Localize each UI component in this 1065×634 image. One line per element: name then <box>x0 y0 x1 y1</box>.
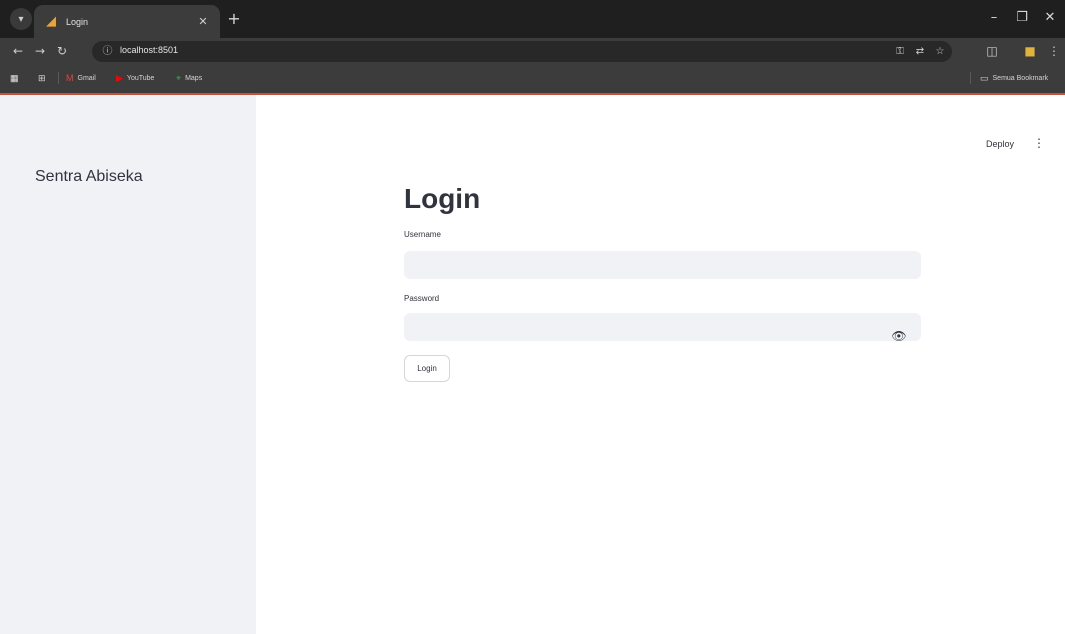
apps-shortcut-icon[interactable]: ▦ <box>10 71 23 85</box>
bookmark-maps[interactable]: ⌖ Maps <box>176 71 202 85</box>
bookmarks-divider <box>58 72 59 84</box>
bookmarks-divider <box>970 72 971 84</box>
browser-tab[interactable]: ◢ Login ✕ <box>34 5 220 38</box>
sidebar-title: Sentra Abiseka <box>35 168 143 185</box>
bookmark-label: Maps <box>185 74 203 82</box>
youtube-icon: ▶ <box>116 72 123 83</box>
bookmarks-bar: ▦ ⊞ M Gmail ▶ YouTube ⌖ Maps ▭ Semua Boo… <box>0 64 1065 93</box>
close-tab-icon[interactable]: ✕ <box>196 15 210 28</box>
extensions-icon[interactable]: ◫ <box>982 41 1002 61</box>
main-content: Deploy ⋮ Login Username Password 👁 Login <box>256 95 1065 634</box>
folder-icon: ▭ <box>980 72 989 83</box>
all-bookmarks-button[interactable]: ▭ Semua Bookmark <box>980 71 1048 85</box>
translate-icon[interactable]: ⇄ <box>912 44 928 59</box>
address-bar[interactable]: ⓘ localhost:8501 ⚿ ⇄ ☆ <box>92 41 952 62</box>
show-password-eye-icon[interactable]: 👁 <box>884 325 914 347</box>
browser-menu-icon[interactable]: ⋮ <box>1044 41 1064 61</box>
all-bookmarks-label: Semua Bookmark <box>992 74 1049 82</box>
forward-arrow-icon[interactable]: → <box>30 41 50 61</box>
login-button[interactable]: Login <box>404 355 450 382</box>
bookmark-label: Gmail <box>77 74 96 82</box>
site-info-icon[interactable]: ⓘ <box>100 44 115 59</box>
page-title: Login <box>404 183 481 214</box>
restore-button[interactable]: ❐ <box>1008 6 1036 30</box>
username-input[interactable] <box>404 251 921 279</box>
password-input[interactable] <box>404 313 921 341</box>
streamlit-favicon-icon: ◢ <box>46 13 56 29</box>
main-menu-icon[interactable]: ⋮ <box>1033 135 1045 151</box>
new-tab-button[interactable]: + <box>224 9 244 29</box>
grid-apps-icon[interactable]: ⊞ <box>38 71 50 85</box>
close-window-button[interactable]: ✕ <box>1036 6 1064 30</box>
minimize-button[interactable]: – <box>980 6 1008 30</box>
sidebar: Sentra Abiseka <box>0 95 256 634</box>
bookmark-star-icon[interactable]: ☆ <box>932 44 948 59</box>
gmail-icon: M <box>66 73 74 83</box>
bookmark-gmail[interactable]: M Gmail <box>66 71 96 85</box>
username-label: Username <box>404 230 441 239</box>
bookmark-youtube[interactable]: ▶ YouTube <box>116 71 154 85</box>
back-arrow-icon[interactable]: ← <box>8 41 28 61</box>
bookmark-label: YouTube <box>126 74 155 82</box>
browser-chrome: ▾ ◢ Login ✕ + – ❐ ✕ ← → ↻ ⓘ localhost:85… <box>0 0 1065 95</box>
maps-icon: ⌖ <box>176 72 182 83</box>
reload-icon[interactable]: ↻ <box>52 41 72 61</box>
tab-title: Login <box>66 16 89 27</box>
tab-strip: ▾ ◢ Login ✕ + – ❐ ✕ <box>0 0 1065 38</box>
url-text: localhost:8501 <box>120 45 179 55</box>
password-label: Password <box>404 294 440 303</box>
browser-toolbar: ← → ↻ ⓘ localhost:8501 ⚿ ⇄ ☆ ◫ ■ ⋮ <box>0 38 1065 64</box>
tab-search-button[interactable]: ▾ <box>10 8 32 30</box>
deploy-button[interactable]: Deploy <box>986 139 1014 149</box>
profile-icon[interactable]: ■ <box>1020 41 1040 61</box>
password-key-icon[interactable]: ⚿ <box>892 44 908 59</box>
